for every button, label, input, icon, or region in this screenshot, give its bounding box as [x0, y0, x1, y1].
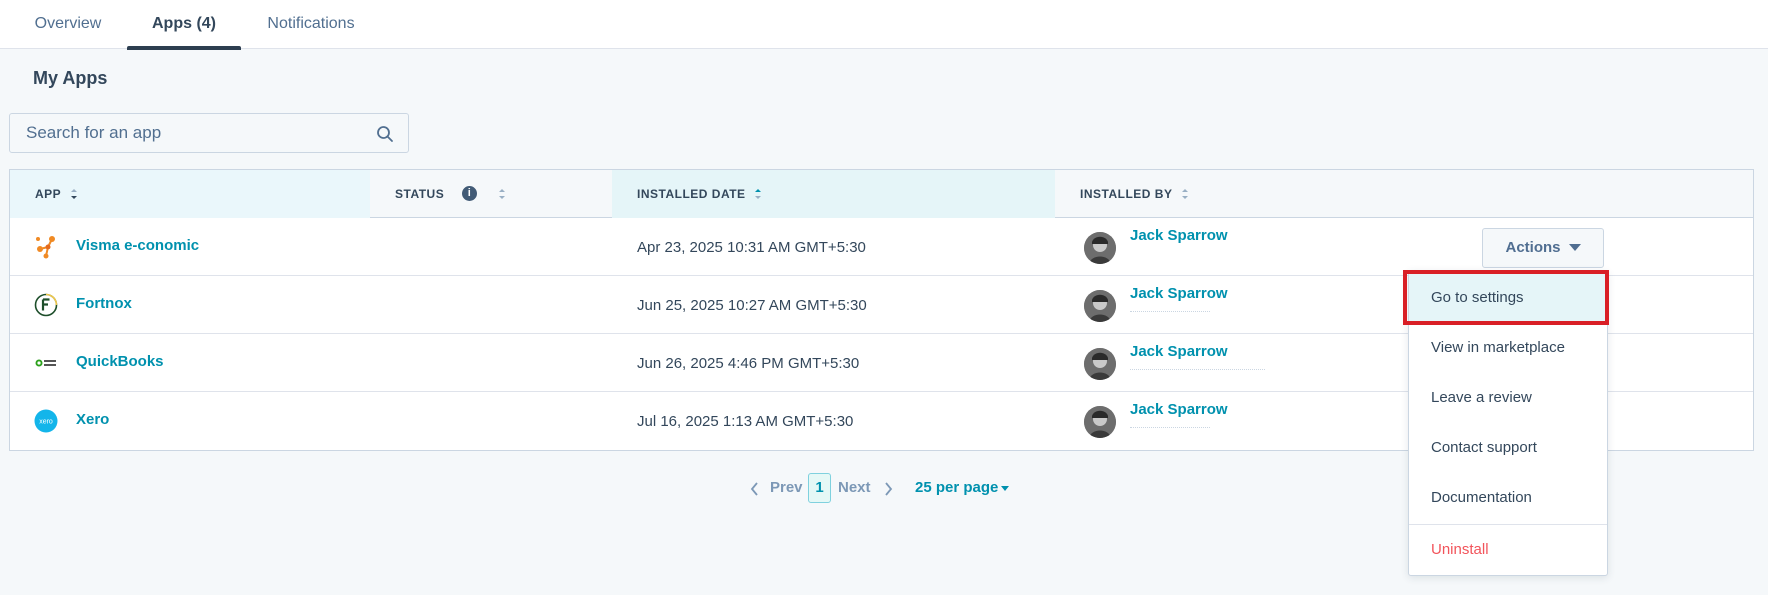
menu-item-go-to-settings[interactable]: Go to settings: [1409, 273, 1607, 323]
search-box: [9, 113, 409, 153]
quickbooks-logo-icon: [35, 359, 56, 367]
pagination-current-page[interactable]: 1: [808, 473, 831, 503]
sort-asc-icon: [755, 188, 762, 199]
column-header-status[interactable]: STATUS i: [370, 170, 613, 218]
per-page-label: 25 per page: [915, 479, 999, 496]
column-header-status-label: STATUS: [395, 187, 445, 201]
sort-icon: [1182, 188, 1189, 199]
search-input[interactable]: [10, 114, 370, 152]
active-tab-indicator: [127, 46, 241, 50]
menu-item-contact-support[interactable]: Contact support: [1409, 423, 1607, 473]
installed-date: Jun 25, 2025 10:27 AM GMT+5:30: [637, 297, 867, 314]
user-link[interactable]: Jack Sparrow: [1130, 285, 1228, 302]
app-link[interactable]: Fortnox: [76, 295, 132, 312]
column-header-installed-by[interactable]: INSTALLED BY: [1055, 170, 1455, 218]
fortnox-logo-icon: [34, 293, 58, 317]
table-row: Visma e-conomic Apr 23, 2025 10:31 AM GM…: [10, 218, 1753, 276]
pagination-prev[interactable]: Prev: [770, 479, 803, 496]
page-title: My Apps: [33, 68, 108, 88]
tab-apps[interactable]: Apps (4): [127, 0, 241, 50]
svg-text:xero: xero: [39, 419, 53, 426]
tab-bar: Overview Apps (4) Notifications: [0, 0, 1768, 50]
column-header-installed-date[interactable]: INSTALLED DATE: [612, 170, 1055, 218]
installed-date: Jun 26, 2025 4:46 PM GMT+5:30: [637, 355, 860, 372]
menu-item-documentation[interactable]: Documentation: [1409, 473, 1607, 523]
column-header-app-label: APP: [35, 187, 61, 201]
pagination-next[interactable]: Next: [838, 479, 871, 496]
caret-down-icon: [1001, 485, 1010, 491]
app-link[interactable]: Visma e-conomic: [76, 237, 199, 254]
actions-button-label: Actions: [1505, 239, 1561, 256]
xero-logo-icon: xero: [34, 409, 58, 433]
sort-icon: [498, 188, 505, 199]
column-header-app[interactable]: APP: [10, 170, 370, 218]
tab-notifications[interactable]: Notifications: [260, 0, 362, 49]
avatar: [1084, 348, 1116, 380]
table-header: APP STATUS i INSTALLED DATE INSTALLED BY: [10, 170, 1753, 218]
column-header-installed-date-label: INSTALLED DATE: [637, 187, 746, 201]
actions-button[interactable]: Actions: [1482, 228, 1604, 268]
info-icon[interactable]: i: [462, 186, 478, 202]
chevron-right-icon[interactable]: [883, 481, 893, 497]
user-link[interactable]: Jack Sparrow: [1130, 401, 1228, 418]
caret-down-icon: [1568, 243, 1581, 251]
sort-desc-icon: [70, 188, 77, 199]
installed-date: Apr 23, 2025 10:31 AM GMT+5:30: [637, 239, 866, 256]
app-link[interactable]: Xero: [76, 411, 109, 428]
app-link[interactable]: QuickBooks: [76, 353, 164, 370]
tab-overview[interactable]: Overview: [24, 0, 112, 49]
menu-item-uninstall[interactable]: Uninstall: [1409, 525, 1607, 575]
tab-notifications-label: Notifications: [267, 15, 355, 32]
visma-logo-icon: [36, 236, 55, 259]
avatar: [1084, 290, 1116, 322]
menu-item-leave-a-review[interactable]: Leave a review: [1409, 373, 1607, 423]
tab-apps-label: Apps (4): [152, 15, 216, 32]
column-header-installed-by-label: INSTALLED BY: [1080, 187, 1173, 201]
actions-menu: Go to settings View in marketplace Leave…: [1408, 270, 1608, 576]
chevron-left-icon[interactable]: [750, 481, 760, 497]
per-page-dropdown[interactable]: 25 per page: [915, 479, 1010, 496]
avatar: [1084, 406, 1116, 438]
search-icon[interactable]: [376, 125, 394, 143]
user-subtext: [1130, 369, 1265, 371]
user-subtext: [1130, 311, 1210, 313]
user-link[interactable]: Jack Sparrow: [1130, 227, 1228, 244]
user-link[interactable]: Jack Sparrow: [1130, 343, 1228, 360]
menu-item-view-in-marketplace[interactable]: View in marketplace: [1409, 323, 1607, 373]
tab-overview-label: Overview: [34, 15, 102, 32]
avatar: [1084, 232, 1116, 264]
user-subtext: [1130, 427, 1210, 429]
installed-date: Jul 16, 2025 1:13 AM GMT+5:30: [637, 413, 854, 430]
